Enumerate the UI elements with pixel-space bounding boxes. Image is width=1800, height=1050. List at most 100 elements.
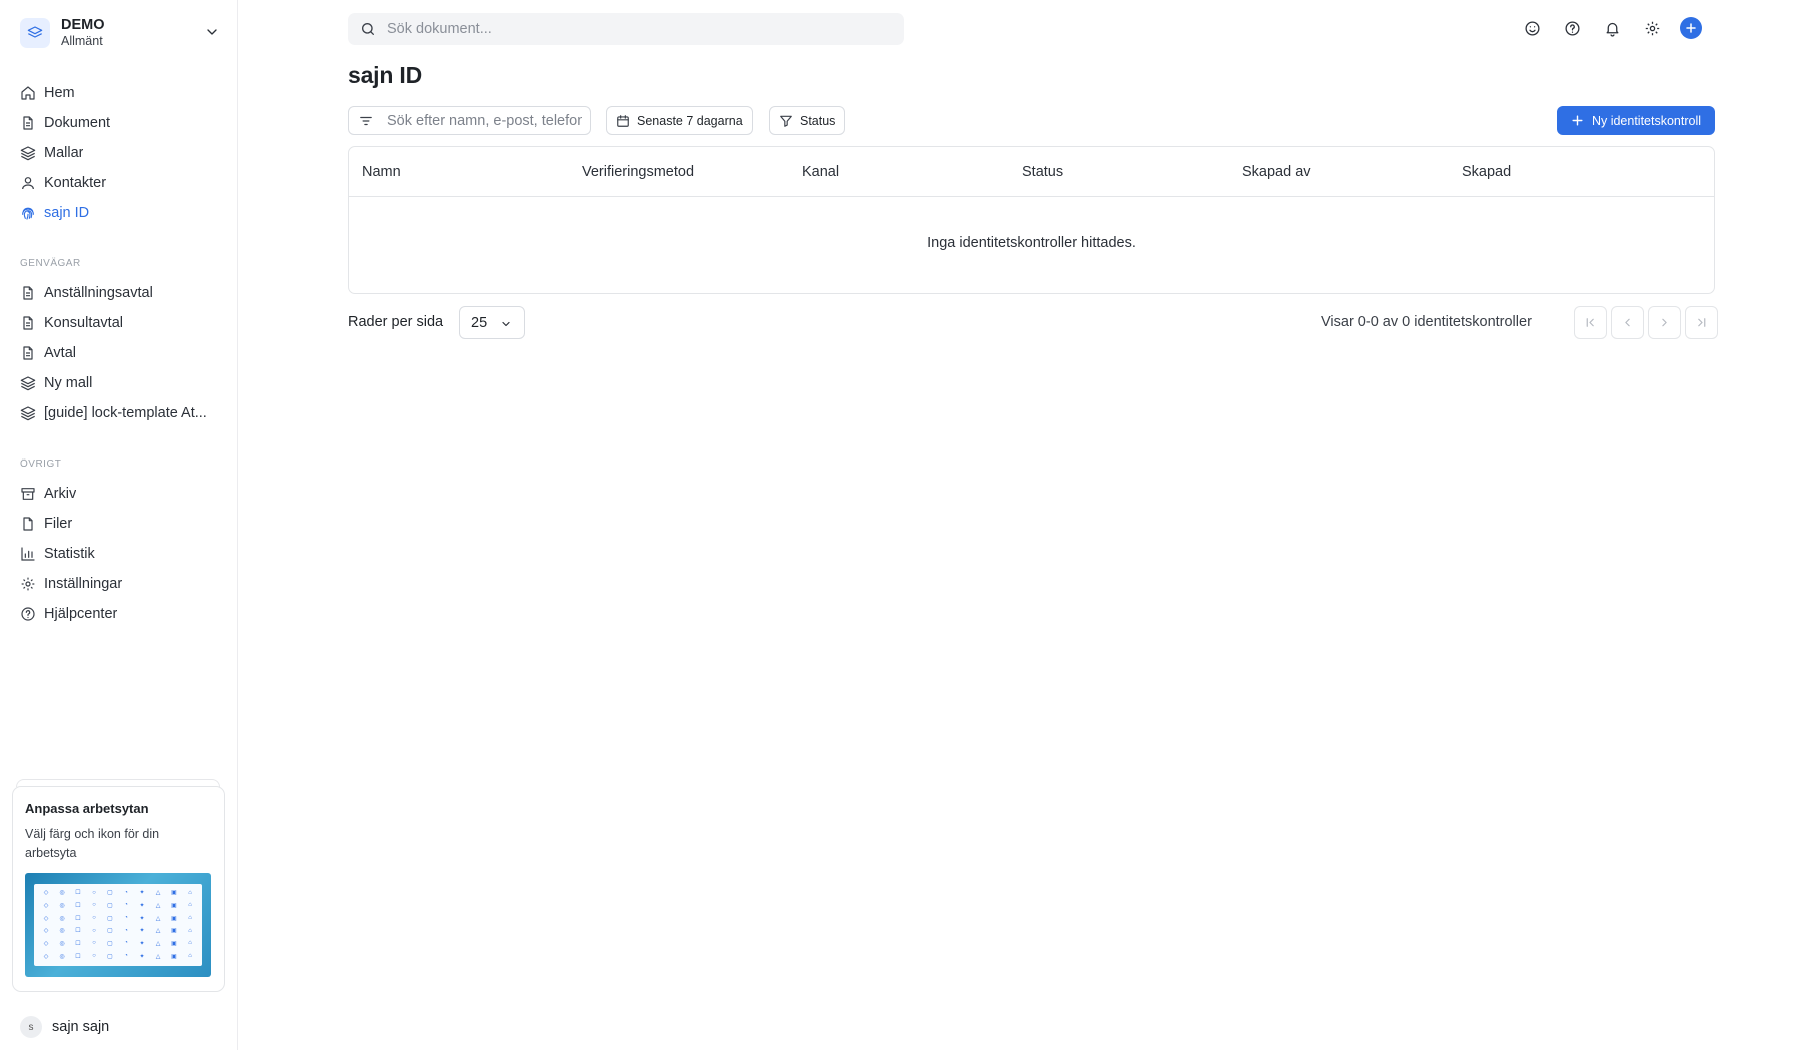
smile-icon[interactable] [1520,16,1544,40]
promo-description: Välj färg och ikon för din arbetsyta [25,827,160,860]
sidebar-item-label: sajn ID [44,205,90,221]
mini-icon: ✦ [139,915,145,922]
filter-lines-icon [359,114,373,128]
mini-icon: ▣ [171,890,177,897]
plus-icon [1571,114,1584,127]
mini-icon: ✦ [139,940,145,947]
mini-icon: ◇ [43,890,49,897]
search-input[interactable] [387,21,867,37]
sidebar-item-mallar[interactable]: Mallar [12,138,228,168]
document-icon [20,115,36,131]
mini-icon: ✦ [139,902,145,909]
column-header[interactable]: Status [1022,164,1063,180]
shortcut-item[interactable]: Avtal [12,338,228,368]
mini-icon: ◇ [43,940,49,947]
funnel-icon [779,114,793,128]
date-filter-label: Senaste 7 dagarna [637,113,743,128]
help-circle-icon[interactable] [1560,16,1584,40]
promo-title: Anpassa arbetsytan [25,801,149,816]
sidebar-item-statistik[interactable]: Statistik [12,539,228,569]
mini-icon: ✦ [139,928,145,935]
last-page-button[interactable] [1685,306,1718,339]
rows-per-page-select[interactable]: 25 [459,306,525,339]
mini-icon: ✦ [139,890,145,897]
search-bar[interactable] [348,13,904,45]
pagination-controls [1574,306,1718,339]
sidebar: DEMO Allmänt Hem Dokument Mallar Kontakt… [0,0,238,1050]
gear-icon [20,576,36,592]
workspace-name: DEMO [61,17,105,34]
promo-card[interactable]: Anpassa arbetsytan Välj färg och ikon fö… [12,786,225,992]
fingerprint-icon [20,205,36,221]
user-name: sajn sajn [52,1019,110,1035]
rows-per-page-label: Rader per sida [348,314,444,330]
mini-icon: ▢ [107,953,113,960]
filter-search-field[interactable] [348,106,591,135]
mini-icon: △ [155,890,161,897]
main-nav: Hem Dokument Mallar Kontakter sajn ID [12,78,228,228]
mini-icon: ○ [92,927,96,934]
column-header[interactable]: Skapad av [1242,164,1311,180]
mini-icon: ⌂ [188,902,192,909]
mini-icon: ◔ [124,940,128,947]
shortcut-item[interactable]: Konsultavtal [12,308,228,338]
mini-icon: ▢ [107,928,113,935]
mini-icon: ▣ [171,902,177,909]
mini-icon: ◇ [43,902,49,909]
chevron-right-icon [1662,318,1667,327]
prev-page-button[interactable] [1611,306,1644,339]
mini-icon: ◔ [124,889,128,896]
icon-grid-illustration: ◇ ◎ ☐ ○ ▢ ◔ ✦ △ ▣ ⌂ ◇ ◎ ☐ ○ ▢ ◔ ✦ △ ▣ ⌂ ◇ ◎ ☐ ○ ▢ ◔ ✦ △ ▣ ⌂ ◇ ◎ ☐ ○ ▢ ◔ ✦ △ ▣ ⌂… [34,883,202,966]
filter-search-input[interactable] [387,112,582,129]
sidebar-item-hjalpcenter[interactable]: Hjälpcenter [12,599,228,629]
sidebar-item-arkiv[interactable]: Arkiv [12,479,228,509]
rows-per-page-value: 25 [471,314,488,331]
mini-icon: ▣ [171,915,177,922]
sidebar-item-label: Filer [44,516,73,532]
column-header[interactable]: Namn [362,164,401,180]
avatar: s [20,1016,42,1038]
shortcut-item[interactable]: Ny mall [12,368,228,398]
user-menu[interactable]: s sajn sajn [20,1015,109,1039]
sidebar-item-hem[interactable]: Hem [12,78,228,108]
new-identity-check-button[interactable]: Ny identitetskontroll [1557,106,1715,135]
date-filter-button[interactable]: Senaste 7 dagarna [606,106,753,135]
shortcut-item[interactable]: [guide] lock-template At... [12,398,228,428]
mini-icon: ◇ [43,953,49,960]
other-nav: Arkiv Filer Statistik Inställningar Hjäl… [12,479,228,629]
first-page-button[interactable] [1574,306,1607,339]
home-icon [20,85,36,101]
sidebar-item-sajn-id[interactable]: sajn ID [12,198,228,228]
mini-icon: ⌂ [188,915,192,922]
mini-icon: ◔ [124,915,128,922]
chevron-down-icon [500,318,512,330]
column-header[interactable]: Verifieringsmetod [582,164,694,180]
workspace-switcher[interactable]: DEMO Allmänt [20,16,220,50]
top-actions [1520,16,1702,40]
bell-icon[interactable] [1600,16,1624,40]
archive-icon [20,486,36,502]
plus-circle-icon[interactable] [1680,17,1702,39]
next-page-button[interactable] [1648,306,1681,339]
sidebar-item-kontakter[interactable]: Kontakter [12,168,228,198]
shortcut-item[interactable]: Anställningsavtal [12,278,228,308]
sidebar-item-dokument[interactable]: Dokument [12,108,228,138]
file-icon [20,516,36,532]
mini-icon: ◎ [59,915,65,922]
gear-icon[interactable] [1640,16,1664,40]
column-header[interactable]: Skapad [1462,164,1511,180]
shortcut-label: Anställningsavtal [44,285,153,301]
empty-state-message: Inga identitetskontroller hittades. [927,235,1136,251]
mini-icon: ▣ [171,940,177,947]
sidebar-item-label: Kontakter [44,175,107,191]
mini-icon: △ [155,928,161,935]
mini-icon: △ [155,902,161,909]
sidebar-item-filer[interactable]: Filer [12,509,228,539]
mini-icon: ⌂ [188,953,192,960]
mini-icon: ○ [92,889,96,896]
sidebar-item-label: Inställningar [44,576,123,592]
sidebar-item-installningar[interactable]: Inställningar [12,569,228,599]
status-filter-button[interactable]: Status [769,106,846,135]
help-circle-icon [20,606,36,622]
column-header[interactable]: Kanal [802,164,839,180]
